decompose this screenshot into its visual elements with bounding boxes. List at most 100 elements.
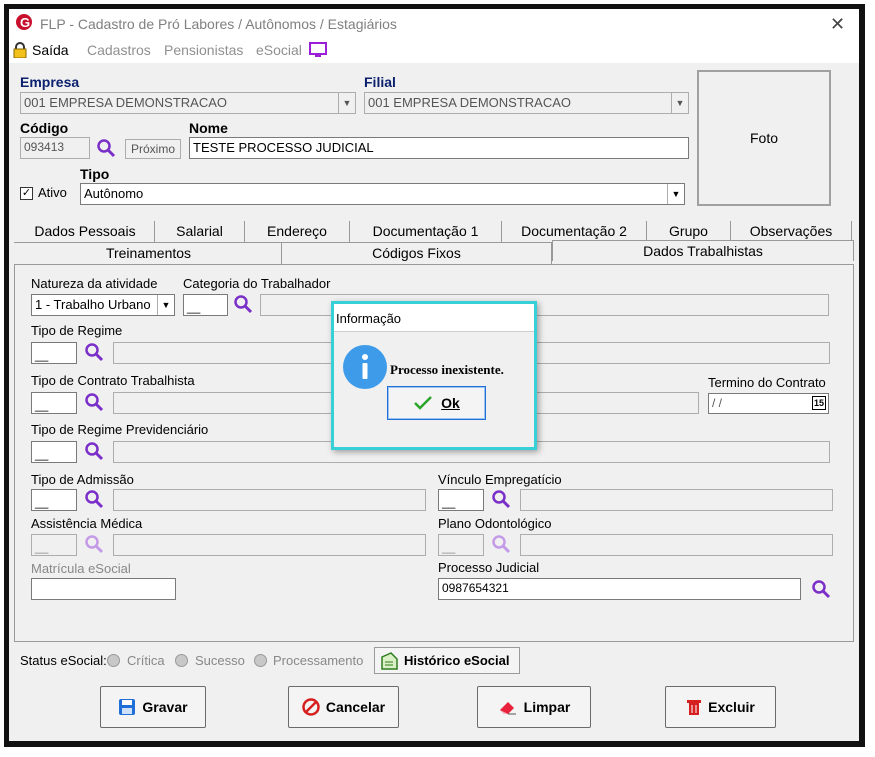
dialog-message: Processo inexistente. (390, 362, 504, 377)
medica-desc (113, 534, 426, 556)
empresa-select[interactable]: 001 EMPRESA DEMONSTRACAO ▼ (20, 92, 356, 114)
processo-field[interactable]: 0987654321 (438, 578, 801, 600)
svg-text:G: G (20, 15, 30, 30)
search-icon[interactable] (84, 441, 104, 461)
cancelar-button[interactable]: Cancelar (288, 686, 399, 728)
status-label: Status eSocial: (20, 653, 107, 668)
medica-field[interactable]: __ (31, 534, 77, 556)
tipo-label: Tipo (80, 166, 110, 182)
admissao-label: Tipo de Admissão (31, 472, 134, 487)
chevron-down-icon[interactable]: ▼ (157, 295, 174, 315)
categoria-field[interactable]: __ (183, 294, 228, 316)
info-icon (343, 345, 387, 389)
medica-label: Assistência Médica (31, 516, 143, 531)
close-icon[interactable]: ✕ (830, 14, 845, 35)
nome-field[interactable]: TESTE PROCESSO JUDICIAL (189, 137, 689, 159)
search-icon[interactable] (233, 294, 253, 314)
menu-pensionistas[interactable]: Pensionistas (164, 42, 243, 58)
processo-label: Processo Judicial (438, 560, 540, 575)
calendar-icon[interactable]: 15 (811, 396, 826, 410)
odonto-label: Plano Odontológico (438, 516, 552, 531)
search-icon[interactable] (491, 534, 511, 554)
proximo-button[interactable]: Próximo (125, 139, 181, 159)
lock-icon (13, 42, 27, 58)
search-icon[interactable] (84, 534, 104, 554)
tipo-value: Autônomo (84, 186, 144, 201)
admissao-desc (113, 489, 426, 511)
tab-treinamentos[interactable]: Treinamentos (16, 243, 282, 264)
gravar-label: Gravar (142, 699, 188, 715)
dialog-title: Informação (336, 311, 402, 326)
check-icon (414, 396, 433, 410)
codigo-field[interactable]: 093413 (20, 137, 90, 159)
sucesso-radio (175, 654, 188, 667)
tab-salarial[interactable]: Salarial (155, 221, 245, 242)
tab-codigos-fixos[interactable]: Códigos Fixos (282, 243, 552, 264)
excluir-button[interactable]: Excluir (665, 686, 776, 728)
search-icon[interactable] (96, 138, 116, 158)
critica-label: Crítica (127, 653, 165, 668)
tab-dados-pessoais[interactable]: Dados Pessoais (16, 221, 155, 242)
natureza-select[interactable]: 1 - Trabalho Urbano ▼ (31, 294, 175, 316)
search-icon[interactable] (491, 489, 511, 509)
odonto-desc (520, 534, 833, 556)
limpar-button[interactable]: Limpar (477, 686, 591, 728)
filial-label: Filial (364, 74, 396, 90)
gravar-button[interactable]: Gravar (100, 686, 206, 728)
regime-field[interactable]: __ (31, 342, 77, 364)
historico-esocial-button[interactable]: Histórico eSocial (374, 647, 520, 674)
filial-value: 001 EMPRESA DEMONSTRACAO (368, 95, 571, 110)
search-icon[interactable] (84, 392, 104, 412)
previd-label: Tipo de Regime Previdenciário (31, 422, 209, 437)
previd-field[interactable]: __ (31, 441, 77, 463)
tab-documentacao-1[interactable]: Documentação 1 (350, 221, 502, 242)
chevron-down-icon[interactable]: ▼ (338, 93, 355, 113)
chevron-down-icon[interactable]: ▼ (667, 184, 684, 204)
odonto-field[interactable]: __ (438, 534, 484, 556)
tab-observacoes[interactable]: Observações (731, 221, 852, 242)
natureza-value: 1 - Trabalho Urbano (35, 297, 151, 312)
ativo-checkbox[interactable]: ✓ (20, 187, 33, 200)
app-logo-icon: G (16, 14, 32, 30)
monitor-icon[interactable] (309, 42, 327, 58)
window-title: FLP - Cadastro de Pró Labores / Autônomo… (40, 16, 397, 32)
admissao-field[interactable]: __ (31, 489, 77, 511)
matricula-field[interactable] (31, 578, 176, 600)
termino-label: Termino do Contrato (708, 375, 826, 390)
filial-select[interactable]: 001 EMPRESA DEMONSTRACAO ▼ (364, 92, 689, 114)
historico-label: Histórico eSocial (404, 653, 510, 668)
processamento-radio (254, 654, 267, 667)
tab-grupo[interactable]: Grupo (647, 221, 731, 242)
vinculo-label: Vínculo Empregatício (438, 472, 562, 487)
vinculo-field[interactable]: __ (438, 489, 484, 511)
menu-esocial[interactable]: eSocial (256, 42, 302, 58)
cancel-icon (302, 698, 320, 716)
tab-documentacao-2[interactable]: Documentação 2 (502, 221, 647, 242)
trash-icon (687, 700, 702, 715)
processamento-label: Processamento (273, 653, 364, 668)
termino-field[interactable]: / / 15 (708, 393, 829, 414)
excluir-label: Excluir (708, 699, 755, 715)
chevron-down-icon[interactable]: ▼ (671, 93, 688, 113)
save-icon (119, 699, 136, 715)
photo-box[interactable]: Foto (697, 70, 831, 206)
categoria-label: Categoria do Trabalhador (183, 276, 331, 291)
search-icon[interactable] (811, 579, 831, 599)
nome-label: Nome (189, 120, 228, 136)
search-icon[interactable] (84, 489, 104, 509)
cancelar-label: Cancelar (325, 699, 386, 715)
empresa-label: Empresa (20, 74, 80, 90)
tab-dados-trabalhistas[interactable]: Dados Trabalhistas (552, 240, 854, 261)
tipo-select[interactable]: Autônomo ▼ (80, 183, 685, 205)
document-icon (381, 651, 398, 670)
tab-endereco[interactable]: Endereço (245, 221, 350, 242)
foto-label: Foto (749, 130, 778, 146)
ok-button[interactable]: Ok (387, 386, 486, 420)
menu-saida[interactable]: Saída (32, 42, 69, 58)
ok-label: Ok (441, 395, 460, 411)
search-icon[interactable] (84, 342, 104, 362)
menu-cadastros[interactable]: Cadastros (87, 42, 151, 58)
vinculo-desc (520, 489, 833, 511)
limpar-label: Limpar (523, 699, 571, 715)
contrato-field[interactable]: __ (31, 392, 77, 414)
